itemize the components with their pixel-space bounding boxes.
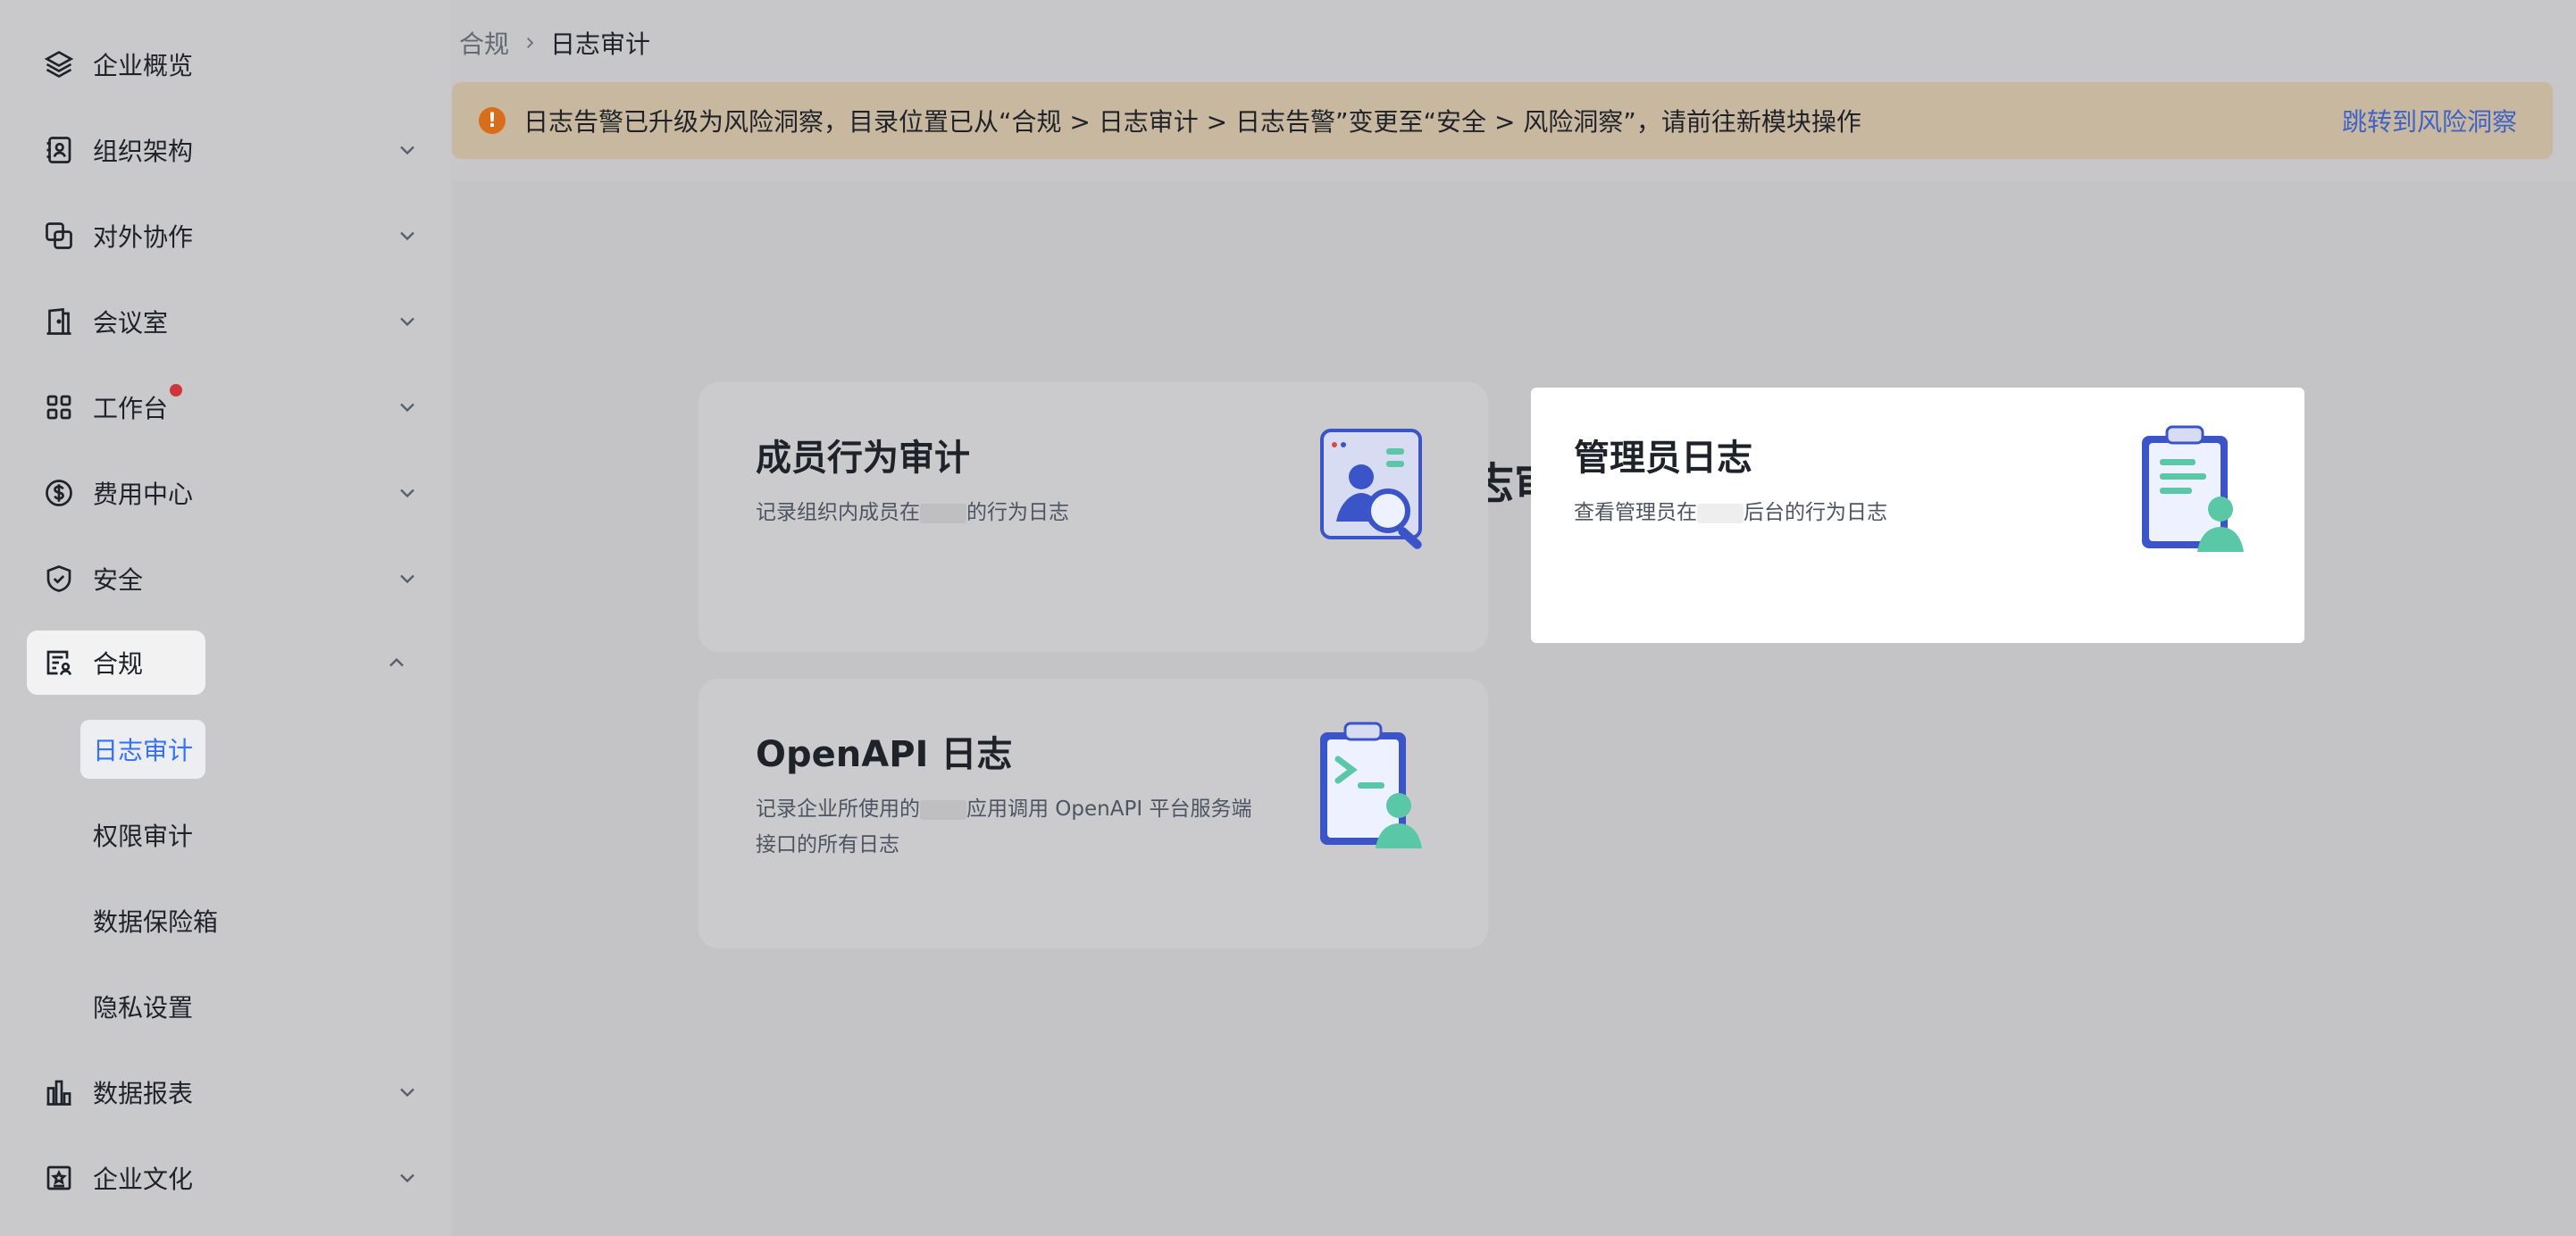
- notification-dot: [170, 384, 183, 397]
- chevron-down-icon: [400, 403, 414, 413]
- sidebar-subitem-permission-audit[interactable]: 权限审计: [80, 806, 205, 864]
- sidebar-item-organization[interactable]: 组织架构: [27, 118, 427, 182]
- sidebar: 企业概览 组织架构 对外协作 会议室 工作台 费用中心 安全 合规 日志审计 权…: [0, 0, 450, 1236]
- sidebar-item-meeting-room[interactable]: 会议室: [27, 289, 427, 354]
- main-content: 日志审计 成员行为审计 记录组织内成员在 的行为日志 管理员日志 查看管理员在 后台…: [452, 180, 2576, 1236]
- chevron-down-icon: [400, 574, 414, 584]
- chevron-down-icon: [400, 317, 414, 327]
- sidebar-item-culture[interactable]: 企业文化: [27, 1146, 427, 1210]
- sidebar-item-label: 组织架构: [93, 137, 194, 166]
- sidebar-item-workplace[interactable]: 工作台: [27, 375, 427, 439]
- sidebar-item-label: 对外协作: [93, 222, 194, 252]
- bar-chart-icon: [41, 1074, 77, 1110]
- sidebar-subitem-log-audit[interactable]: 日志审计: [80, 720, 206, 779]
- compliance-icon: [41, 645, 77, 681]
- sidebar-item-compliance[interactable]: 合规: [27, 631, 205, 695]
- card-admin-log[interactable]: 管理员日志 查看管理员在 后台的行为日志: [1531, 388, 2304, 643]
- card-description: 记录企业所使用的 应用调用 OpenAPI 平台服务端接口的所有日志: [756, 798, 1252, 856]
- notice-text: 日志告警已升级为风险洞察，目录位置已从“合规 > 日志审计 > 日志告警”变更至…: [523, 107, 1861, 137]
- sidebar-item-label: 企业概览: [93, 51, 194, 80]
- sidebar-item-label: 费用中心: [93, 480, 194, 509]
- sidebar-item-label: 工作台: [93, 384, 183, 425]
- sidebar-item-overview[interactable]: 企业概览: [27, 32, 427, 96]
- shield-icon: [41, 561, 77, 597]
- admin-log-icon: [2142, 425, 2244, 552]
- sidebar-item-label: 数据报表: [93, 1079, 194, 1108]
- card-title: 成员行为审计: [756, 438, 970, 479]
- chevron-down-icon: [400, 146, 414, 155]
- sidebar-subitem-privacy-settings[interactable]: 隐私设置: [80, 977, 205, 1036]
- member-audit-icon: [1320, 429, 1422, 549]
- link-squares-icon: [41, 218, 77, 254]
- breadcrumb-current: 日志审计: [550, 29, 651, 59]
- sidebar-subitem-data-vault[interactable]: 数据保险箱: [80, 891, 230, 950]
- breadcrumb-parent[interactable]: 合规: [459, 25, 509, 61]
- sidebar-item-data-reports[interactable]: 数据报表: [27, 1060, 427, 1124]
- door-icon: [41, 304, 77, 339]
- sidebar-item-billing[interactable]: 费用中心: [27, 461, 427, 525]
- breadcrumb: 合规 日志审计: [459, 25, 650, 61]
- layers-icon: [41, 46, 77, 82]
- culture-icon: [41, 1160, 77, 1196]
- chevron-down-icon: [400, 1173, 414, 1183]
- sidebar-item-label: 企业文化: [93, 1165, 194, 1194]
- chevron-down-icon: [400, 231, 414, 241]
- card-description: 记录组织内成员在 的行为日志: [756, 501, 1069, 524]
- warning-icon: !: [479, 107, 506, 134]
- sidebar-item-external-collaboration[interactable]: 对外协作: [27, 204, 427, 268]
- notice-banner: ! 日志告警已升级为风险洞察，目录位置已从“合规 > 日志审计 > 日志告警”变…: [452, 82, 2553, 159]
- chevron-right-icon: [527, 38, 534, 48]
- chevron-down-icon: [400, 1088, 414, 1098]
- card-title: OpenAPI 日志: [756, 734, 1013, 775]
- sidebar-item-label: 安全: [93, 565, 144, 595]
- sidebar-item-label: 合规: [93, 649, 144, 679]
- contact-book-icon: [41, 132, 77, 168]
- chevron-up-icon[interactable]: [384, 650, 409, 675]
- card-description: 查看管理员在 后台的行为日志: [1574, 501, 1887, 524]
- sidebar-item-security[interactable]: 安全: [27, 547, 427, 611]
- dollar-icon: [41, 475, 77, 511]
- sidebar-item-label: 会议室: [93, 308, 169, 338]
- openapi-log-icon: [1320, 722, 1422, 848]
- card-member-audit[interactable]: 成员行为审计 记录组织内成员在 的行为日志: [698, 382, 1488, 652]
- card-openapi-log[interactable]: OpenAPI 日志 记录企业所使用的 应用调用 OpenAPI 平台服务端接口的…: [698, 679, 1488, 948]
- notice-link[interactable]: 跳转到风险洞察: [2342, 103, 2517, 138]
- card-title: 管理员日志: [1574, 438, 1752, 479]
- grid-icon: [41, 389, 77, 425]
- chevron-down-icon: [400, 489, 414, 498]
